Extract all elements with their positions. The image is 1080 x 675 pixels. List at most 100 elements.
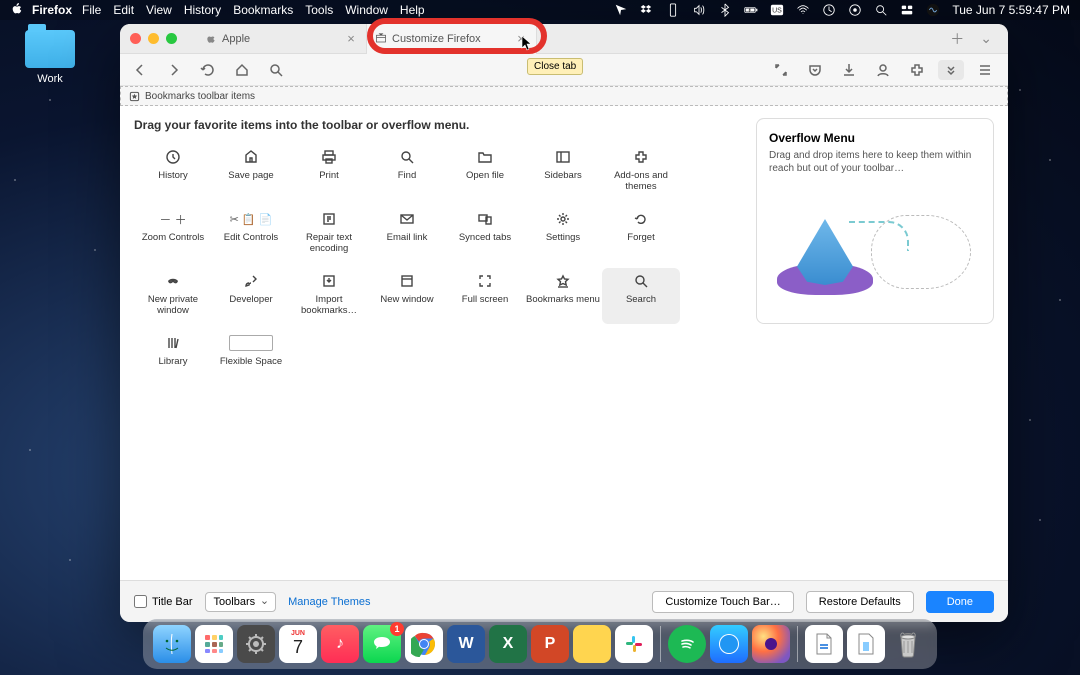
customize-item-find[interactable]: Find [368,144,446,200]
dock-spotify[interactable] [668,625,706,663]
dock-excel[interactable]: X [489,625,527,663]
overflow-button[interactable] [938,60,964,80]
app-menu-button[interactable] [972,60,998,80]
bluetooth-icon[interactable] [718,3,732,17]
dock-safari[interactable] [710,625,748,663]
dropbox-icon[interactable] [640,3,654,17]
overflow-menu-panel[interactable]: Overflow Menu Drag and drop items here t… [756,118,994,324]
dock-slack[interactable] [615,625,653,663]
menu-window[interactable]: Window [345,3,388,17]
new-tab-button[interactable]: ＋ [950,29,964,49]
dock-notes[interactable] [573,625,611,663]
customize-item-import-bm[interactable]: Import bookmarks… [290,268,368,324]
desktop-folder-work[interactable]: Work [20,30,80,85]
customize-item-sidebars[interactable]: Sidebars [524,144,602,200]
window-minimize-button[interactable] [148,33,159,44]
tab-apple[interactable]: Apple × [197,24,367,54]
customize-item-bookmarks-menu[interactable]: Bookmarks menu [524,268,602,324]
menu-edit[interactable]: Edit [113,3,134,17]
pocket-button[interactable] [802,60,828,80]
customize-item-history[interactable]: History [134,144,212,200]
customize-item-new-private[interactable]: New private window [134,268,212,324]
wifi-icon[interactable] [796,3,810,17]
dock-calendar[interactable]: JUN7 [279,625,317,663]
tab-customize-firefox[interactable]: Customize Firefox × [367,24,537,54]
item-label: History [158,171,188,182]
search-button[interactable] [266,60,286,80]
menu-help[interactable]: Help [400,3,425,17]
menu-file[interactable]: File [82,3,101,17]
customize-item-synced-tabs[interactable]: Synced tabs [446,206,524,262]
downloads-button[interactable] [836,60,862,80]
customize-item-full-screen[interactable]: Full screen [446,268,524,324]
window-zoom-button[interactable] [166,33,177,44]
customize-touchbar-button[interactable]: Customize Touch Bar… [652,591,793,613]
input-source-icon[interactable]: US [770,3,784,17]
restore-defaults-button[interactable]: Restore Defaults [806,591,914,613]
dock-finder[interactable] [153,625,191,663]
dock-document[interactable] [805,625,843,663]
customize-item-search[interactable]: Search [602,268,680,324]
customize-item-developer[interactable]: Developer [212,268,290,324]
account-button[interactable] [870,60,896,80]
dock-trash[interactable] [889,625,927,663]
location-icon[interactable] [614,3,628,17]
phone-icon[interactable] [666,3,680,17]
dock-word[interactable]: W [447,625,485,663]
customize-item-print[interactable]: Print [290,144,368,200]
home-button[interactable] [232,60,252,80]
dock-messages[interactable]: 1 [363,625,401,663]
window-close-button[interactable] [130,33,141,44]
menubar-clock[interactable]: Tue Jun 7 5:59:47 PM [952,3,1070,17]
dock-document-2[interactable] [847,625,885,663]
customize-item-flex-space[interactable]: Flexible Space [212,330,290,386]
siri-icon[interactable] [926,3,940,17]
volume-icon[interactable] [692,3,706,17]
menu-tools[interactable]: Tools [305,3,333,17]
dock-music[interactable]: ♪ [321,625,359,663]
title-bar-checkbox[interactable]: Title Bar [134,595,193,608]
item-label: Synced tabs [459,233,511,244]
menubar-app-name[interactable]: Firefox [32,3,72,17]
customize-item-open-file[interactable]: Open file [446,144,524,200]
control-center-icon[interactable] [900,3,914,17]
customize-item-zoom[interactable]: － ＋Zoom Controls [134,206,212,262]
back-button[interactable] [130,60,150,80]
tab-close-icon[interactable]: × [344,32,358,46]
customize-item-new-window[interactable]: New window [368,268,446,324]
toolbars-dropdown[interactable]: Toolbars [205,592,277,612]
customize-item-forget[interactable]: Forget [602,206,680,262]
customize-item-email-link[interactable]: Email link [368,206,446,262]
customize-content: Drag your favorite items into the toolba… [120,106,1008,580]
customize-item-repair-text[interactable]: Repair text encoding [290,206,368,262]
menu-bookmarks[interactable]: Bookmarks [233,3,293,17]
bookmarks-toolbar-placeholder[interactable]: Bookmarks toolbar items [120,86,1008,106]
forward-button[interactable] [164,60,184,80]
dock-powerpoint[interactable]: P [531,625,569,663]
sync-icon[interactable] [822,3,836,17]
customize-item-edit-controls[interactable]: ✂ 📋 📄Edit Controls [212,206,290,262]
updates-icon[interactable] [848,3,862,17]
search-icon [633,272,649,290]
reload-button[interactable] [198,60,218,80]
customize-item-library[interactable]: Library [134,330,212,386]
apple-menu-icon[interactable] [10,2,24,19]
done-button[interactable]: Done [926,591,994,613]
extensions-button[interactable] [904,60,930,80]
tab-close-icon[interactable]: × [514,32,528,46]
customize-item-save-page[interactable]: Save page [212,144,290,200]
dock-launchpad[interactable] [195,625,233,663]
screenshot-button[interactable] [768,60,794,80]
dock-settings[interactable] [237,625,275,663]
manage-themes-link[interactable]: Manage Themes [288,596,370,608]
dock-chrome[interactable] [405,625,443,663]
tabs-dropdown-button[interactable]: ⌄ [980,30,992,47]
battery-icon[interactable] [744,3,758,17]
menu-view[interactable]: View [146,3,172,17]
customize-item-settings[interactable]: Settings [524,206,602,262]
spotlight-icon[interactable] [874,3,888,17]
customize-item-addons[interactable]: Add-ons and themes [602,144,680,200]
dock-firefox[interactable] [752,625,790,663]
menu-history[interactable]: History [184,3,221,17]
full-screen-icon [477,272,493,290]
